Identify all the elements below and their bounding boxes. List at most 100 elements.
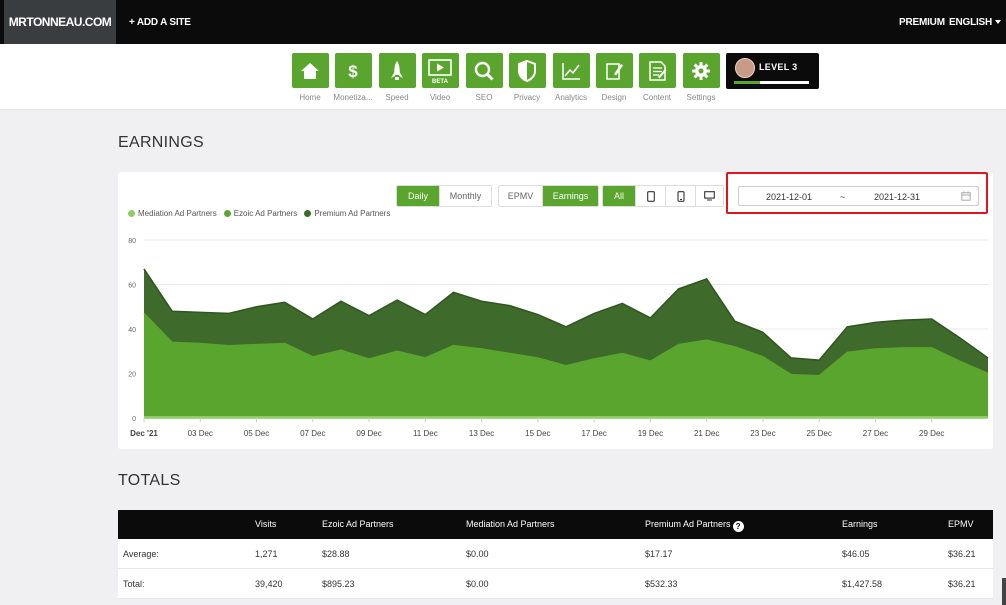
legend-label: Mediation Ad Partners <box>138 209 217 218</box>
totals-table: Visits Ezoic Ad Partners Mediation Ad Pa… <box>118 510 993 599</box>
earnings-area-chart: 0 20 40 60 80 Dec '21 03 Dec 05 Dec 07 Dec 09 Dec… <box>128 238 989 438</box>
x-tick-label: 05 Dec <box>244 429 269 438</box>
all-devices-button[interactable]: All <box>603 186 635 206</box>
ezoic-cell: $895.23 <box>322 579 355 589</box>
mobile-icon <box>676 190 685 202</box>
period-toggle: Daily Monthly <box>396 185 492 207</box>
premium-link[interactable]: PREMIUM <box>899 17 945 28</box>
design-icon <box>595 53 633 88</box>
nav-monetization[interactable]: $ Monetiza... <box>331 53 375 102</box>
nav-settings[interactable]: Settings <box>679 53 723 102</box>
visits-cell: 39,420 <box>255 579 283 589</box>
epmv-button[interactable]: EPMV <box>499 186 542 206</box>
column-header-earnings: Earnings <box>842 519 878 529</box>
mediation-cell: $0.00 <box>466 579 489 589</box>
legend-label: Premium Ad Partners <box>314 209 391 218</box>
dollar-icon: $ <box>334 53 372 88</box>
x-tick-label: 21 Dec <box>694 429 719 438</box>
date-range-highlight <box>726 172 988 214</box>
level-progress-fill <box>734 81 761 84</box>
nav-seo[interactable]: SEO <box>462 53 506 102</box>
premium-cell: $17.17 <box>645 549 673 559</box>
site-brand[interactable]: MRTONNEAU.COM <box>4 0 116 44</box>
desktop-button[interactable] <box>695 186 723 206</box>
mobile-button[interactable] <box>665 186 695 206</box>
avatar <box>735 58 755 78</box>
legend-item-mediation[interactable]: Mediation Ad Partners <box>128 209 217 218</box>
column-header-epmv: EPMV <box>948 519 974 529</box>
gear-icon <box>682 53 720 88</box>
chevron-down-icon <box>995 20 1002 25</box>
legend-item-premium[interactable]: Premium Ad Partners <box>304 209 390 218</box>
nav-label: Privacy <box>513 93 541 102</box>
nav-home[interactable]: Home <box>288 53 332 102</box>
earnings-cell: $46.05 <box>842 549 870 559</box>
tablet-icon <box>646 190 655 202</box>
ezoic-cell: $28.88 <box>322 549 350 559</box>
x-tick-label: 25 Dec <box>807 429 832 438</box>
nav-speed[interactable]: Speed <box>375 53 419 102</box>
level-progress-bar <box>734 81 809 84</box>
nav-label: Design <box>601 93 627 102</box>
y-tick-label: 80 <box>128 238 136 245</box>
help-icon[interactable]: ? <box>732 521 744 532</box>
earnings-button[interactable]: Earnings <box>542 186 598 206</box>
level-label: LEVEL 3 <box>759 62 798 72</box>
nav-label: Content <box>642 93 672 102</box>
column-header-ezoic: Ezoic Ad Partners <box>322 519 394 529</box>
legend-label: Ezoic Ad Partners <box>233 209 298 218</box>
row-label: Total: <box>123 579 145 589</box>
x-tick-label: Dec '21 <box>130 429 158 438</box>
home-icon <box>291 53 329 88</box>
column-header-premium: Premium Ad Partners? <box>645 519 744 532</box>
column-header-premium-label: Premium Ad Partners <box>645 519 731 529</box>
magnifier-icon <box>465 53 503 88</box>
totals-title: TOTALS <box>118 472 181 489</box>
epmv-cell: $36.21 <box>948 579 976 589</box>
metric-toggle: EPMV Earnings <box>498 185 599 207</box>
table-row: Average: 1,271 $28.88 $0.00 $17.17 $46.0… <box>118 539 993 569</box>
x-tick-label: 13 Dec <box>469 429 494 438</box>
monthly-button[interactable]: Monthly <box>439 186 491 206</box>
row-label: Average: <box>123 549 159 559</box>
legend-dot <box>223 210 231 217</box>
x-tick-label: 23 Dec <box>750 429 775 438</box>
y-tick-label: 0 <box>132 416 136 423</box>
earnings-title: EARNINGS <box>118 134 204 151</box>
nav-video[interactable]: BETA Video <box>418 53 462 102</box>
nav-label: Home <box>299 93 321 102</box>
nav-privacy[interactable]: Privacy <box>505 53 549 102</box>
nav-label: Settings <box>686 93 716 102</box>
add-site-link[interactable]: + ADD A SITE <box>129 17 191 28</box>
x-tick-label: 29 Dec <box>919 429 944 438</box>
nav-content[interactable]: Content <box>635 53 679 102</box>
nav-analytics[interactable]: Analytics <box>549 53 593 102</box>
language-label: ENGLISH <box>949 17 993 28</box>
language-dropdown[interactable]: ENGLISH <box>949 17 1002 28</box>
y-tick-label: 60 <box>128 283 136 290</box>
top-bar: MRTONNEAU.COM + ADD A SITE PREMIUM ENGLI… <box>0 0 1006 44</box>
document-icon <box>638 53 676 88</box>
legend-item-ezoic[interactable]: Ezoic Ad Partners <box>223 209 298 218</box>
level-badge[interactable]: LEVEL 3 <box>726 53 819 89</box>
shield-icon <box>508 53 546 88</box>
video-icon: BETA <box>421 53 459 88</box>
x-tick-label: 17 Dec <box>581 429 606 438</box>
nav-label: Analytics <box>554 93 587 102</box>
y-tick-label: 20 <box>128 372 136 379</box>
nav-design[interactable]: Design <box>592 53 636 102</box>
nav-label: Video <box>429 93 451 102</box>
nav-label: Monetiza... <box>333 93 373 102</box>
nav-label: SEO <box>475 93 493 102</box>
column-header-mediation: Mediation Ad Partners <box>466 519 555 529</box>
chart-legend: Mediation Ad Partners Ezoic Ad Partners … <box>128 209 397 218</box>
x-tick-label: 07 Dec <box>300 429 325 438</box>
earnings-cell: $1,427.58 <box>842 579 883 589</box>
tablet-button[interactable] <box>635 186 665 206</box>
daily-button[interactable]: Daily <box>397 186 439 206</box>
nav-label: Speed <box>385 93 409 102</box>
page-scrollbar[interactable] <box>1002 578 1006 605</box>
app-nav: Home $ Monetiza... Speed BETA Video SEO … <box>0 44 1006 110</box>
rocket-icon <box>378 53 416 88</box>
x-tick-label: 09 Dec <box>356 429 381 438</box>
